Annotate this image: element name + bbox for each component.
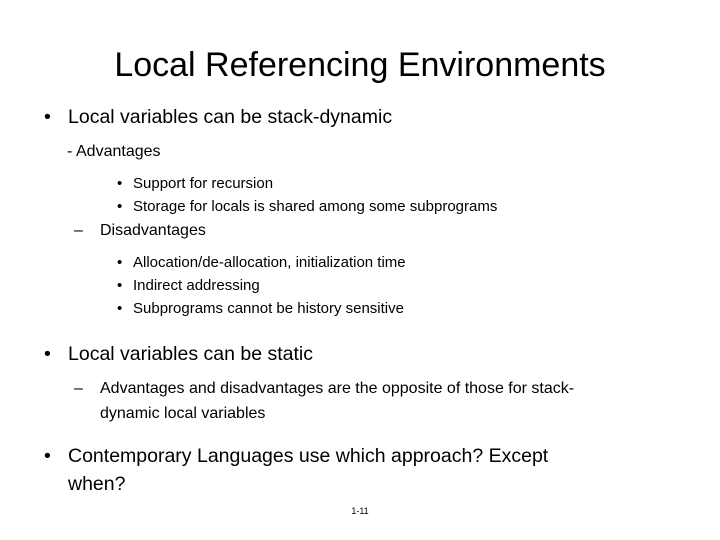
slide: Local Referencing Environments • Local v… xyxy=(0,0,720,540)
bullet-text: Advantages xyxy=(76,143,161,160)
bullet-marker-endash-icon: – xyxy=(74,222,83,239)
bullet-text: Disadvantages xyxy=(100,222,206,239)
bullet-level3-storage-shared: • Storage for locals is shared among som… xyxy=(0,195,720,218)
bullet-level2-opposite-advantages: – Advantages and disadvantages are the o… xyxy=(0,376,720,426)
bullet-text-line1: Advantages and disadvantages are the opp… xyxy=(100,380,575,397)
bullet-level3-history-sensitive: • Subprograms cannot be history sensitiv… xyxy=(0,297,720,320)
bullet-text-line1: Contemporary Languages use which approac… xyxy=(68,445,549,467)
bullet-marker-dot-icon: • xyxy=(44,106,51,128)
bullet-level3-allocation-time: • Allocation/de-allocation, initializati… xyxy=(0,251,720,274)
bullet-level1-stack-dynamic: • Local variables can be stack-dynamic xyxy=(0,103,720,131)
bullet-text: Storage for locals is shared among some … xyxy=(133,198,498,215)
bullet-text: Local variables can be static xyxy=(68,343,313,365)
bullet-text: Subprograms cannot be history sensitive xyxy=(133,300,404,317)
bullet-level1-static: • Local variables can be static xyxy=(0,340,720,368)
bullet-marker-endash-icon: – xyxy=(74,380,83,397)
bullet-marker-dot-icon: • xyxy=(44,343,51,365)
bullet-marker-dot-icon: • xyxy=(117,300,123,317)
bullet-text-line2: when? xyxy=(68,473,126,495)
bullet-marker-hyphen-icon: - xyxy=(67,143,73,160)
bullet-level2-disadvantages: – Disadvantages xyxy=(0,218,720,243)
bullet-level2-advantages: - Advantages xyxy=(0,139,720,164)
bullet-marker-dot-icon: • xyxy=(117,198,123,215)
page-title: Local Referencing Environments xyxy=(114,46,606,84)
bullet-text-line2: dynamic local variables xyxy=(100,405,266,422)
slide-body: • Local variables can be stack-dynamic -… xyxy=(0,103,720,498)
bullet-marker-dot-icon: • xyxy=(117,277,123,294)
bullet-marker-dot-icon: • xyxy=(117,254,123,271)
bullet-level3-indirect-addressing: • Indirect addressing xyxy=(0,274,720,297)
bullet-text: Indirect addressing xyxy=(133,277,260,294)
bullet-level1-contemporary-languages: • Contemporary Languages use which appro… xyxy=(0,442,720,498)
slide-number-footer: 1-11 xyxy=(351,506,369,516)
bullet-text: Local variables can be stack-dynamic xyxy=(68,106,393,128)
bullet-level3-support-recursion: • Support for recursion xyxy=(0,172,720,195)
bullet-marker-dot-icon: • xyxy=(44,445,51,467)
bullet-marker-dot-icon: • xyxy=(117,175,123,192)
bullet-text: Support for recursion xyxy=(133,175,274,192)
bullet-text: Allocation/de-allocation, initialization… xyxy=(133,254,406,271)
